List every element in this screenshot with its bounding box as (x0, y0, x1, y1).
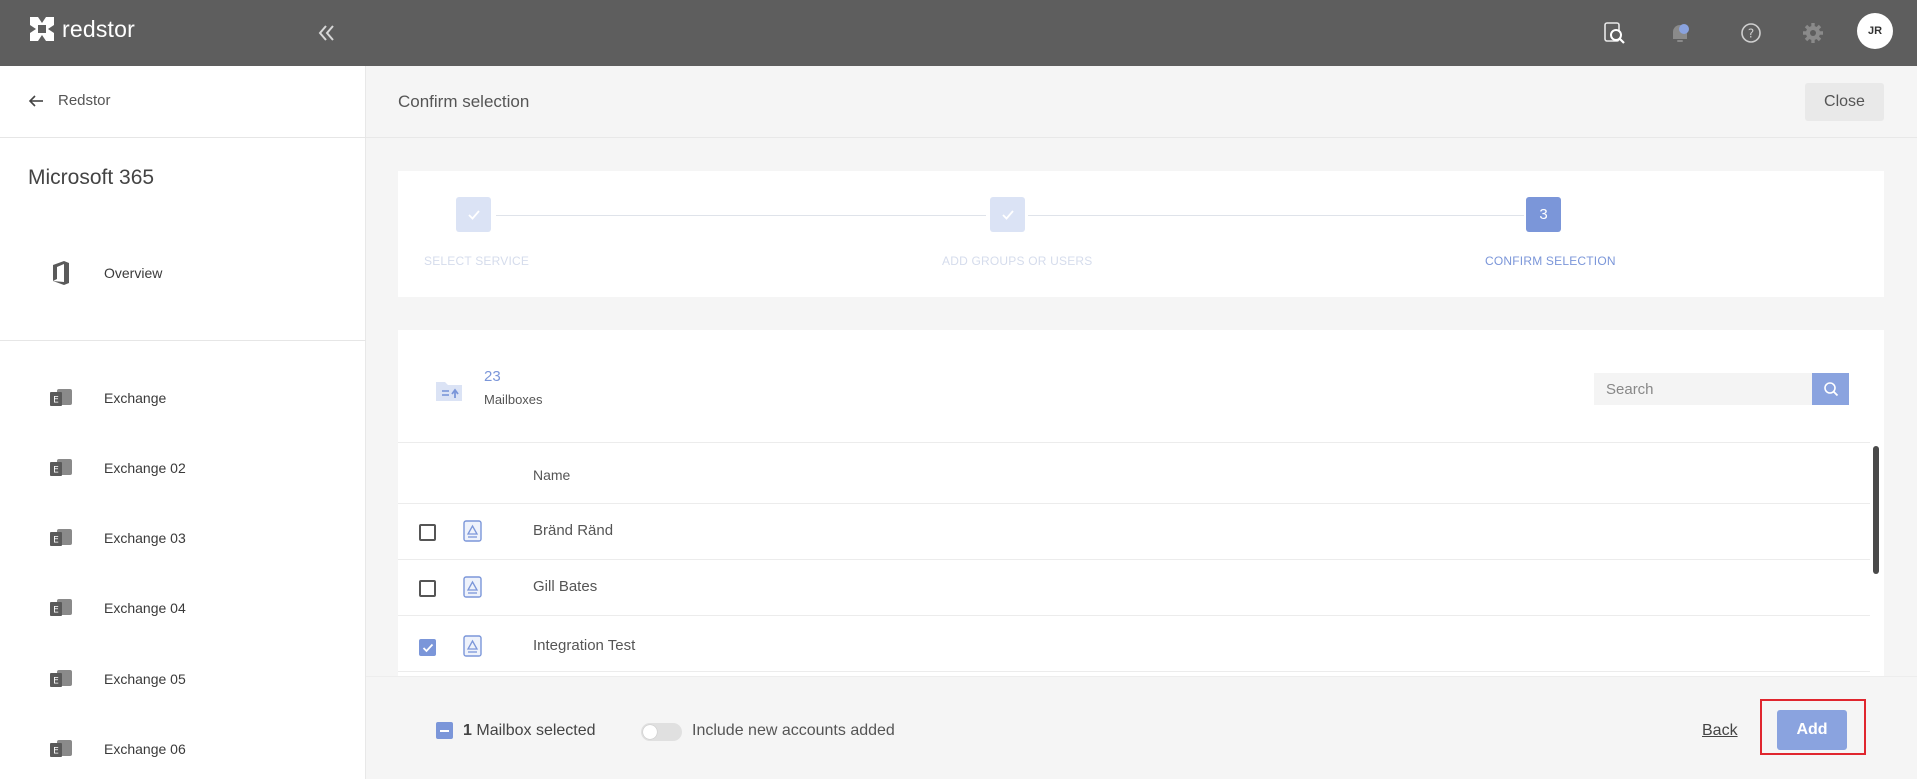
sidebar-item-exchange-04[interactable]: E Exchange 04 (48, 595, 186, 621)
settings-gear-icon (1803, 23, 1823, 43)
back-label: Redstor (58, 92, 111, 109)
sidebar: Redstor Microsoft 365 Overview E Exchang… (0, 66, 366, 779)
redstor-logo-icon (30, 17, 54, 41)
svg-text:E: E (53, 747, 59, 757)
mailbox-icon (463, 635, 482, 657)
svg-text:E: E (53, 466, 59, 476)
row-checkbox[interactable] (419, 524, 436, 541)
check-icon (467, 209, 480, 220)
logo[interactable]: redstor (28, 15, 135, 43)
divider (0, 340, 366, 341)
include-new-accounts-label: Include new accounts added (692, 722, 895, 739)
sidebar-item-label: Exchange 02 (104, 460, 186, 476)
step-1-indicator (456, 197, 491, 232)
table-row[interactable]: Bränd Ränd (398, 504, 1870, 560)
include-new-accounts-toggle[interactable] (641, 723, 682, 741)
sidebar-item-label: Exchange 05 (104, 671, 186, 687)
sidebar-item-label: Exchange 04 (104, 600, 186, 616)
sidebar-title: Microsoft 365 (28, 166, 155, 189)
arrow-left-icon (28, 94, 43, 107)
help-button[interactable]: ? (1738, 20, 1764, 46)
exchange-icon: E (48, 455, 74, 481)
collapse-sidebar-button[interactable] (312, 19, 340, 47)
logo-text: redstor (62, 15, 135, 42)
exchange-icon: E (48, 595, 74, 621)
notification-bell-icon (1673, 24, 1689, 42)
close-button[interactable]: Close (1805, 83, 1884, 121)
sidebar-item-exchange-02[interactable]: E Exchange 02 (48, 455, 186, 481)
sidebar-item-exchange-05[interactable]: E Exchange 05 (48, 666, 186, 692)
office-icon (48, 260, 74, 286)
add-button-highlight (1760, 699, 1866, 755)
main-content: Confirm selection Close SELECT SERVICE A… (366, 66, 1917, 779)
step-1-label: SELECT SERVICE (424, 254, 530, 268)
svg-text:E: E (53, 536, 59, 546)
search-document-button[interactable] (1601, 20, 1627, 46)
mailbox-icon (463, 520, 482, 542)
step-3-indicator: 3 (1526, 197, 1561, 232)
back-to-redstor-link[interactable]: Redstor (28, 92, 111, 109)
row-name: Integration Test (533, 637, 636, 654)
row-checkbox[interactable] (419, 580, 436, 597)
settings-button[interactable] (1800, 20, 1826, 46)
step-connector (496, 215, 986, 216)
step-2-label: ADD GROUPS OR USERS (942, 254, 1093, 268)
step-3-label: CONFIRM SELECTION (1485, 254, 1616, 268)
chevrons-left-icon (318, 25, 334, 41)
mailbox-count-label: Mailboxes (484, 392, 543, 407)
svg-text:E: E (53, 396, 59, 406)
top-bar: redstor ? JR (0, 0, 1917, 66)
folder-upload-icon (436, 382, 462, 401)
row-checkbox[interactable] (419, 639, 436, 656)
row-name: Bränd Ränd (533, 522, 614, 539)
sidebar-item-overview[interactable]: Overview (48, 260, 162, 286)
notifications-button[interactable] (1667, 20, 1693, 46)
main-header: Confirm selection Close (366, 66, 1917, 138)
sidebar-item-exchange[interactable]: E Exchange (48, 385, 166, 411)
back-button[interactable]: Back (1702, 722, 1738, 740)
select-all-checkbox[interactable] (436, 722, 453, 739)
column-header-name[interactable]: Name (533, 467, 570, 483)
step-2-indicator (990, 197, 1025, 232)
user-avatar[interactable]: JR (1857, 13, 1893, 49)
search-box (1594, 373, 1849, 405)
table-header: Name (398, 442, 1870, 504)
sidebar-item-label: Overview (104, 265, 163, 281)
exchange-icon: E (48, 666, 74, 692)
page-title: Confirm selection (398, 92, 530, 111)
svg-text:E: E (53, 606, 59, 616)
svg-text:E: E (53, 677, 59, 687)
check-icon (1001, 209, 1014, 220)
help-icon: ? (1741, 23, 1761, 43)
sidebar-item-exchange-03[interactable]: E Exchange 03 (48, 525, 186, 551)
step-connector (1028, 215, 1524, 216)
topbar-brand-area: redstor (0, 0, 366, 66)
check-icon (422, 643, 433, 652)
row-name: Gill Bates (533, 578, 598, 595)
sidebar-item-label: Exchange 03 (104, 530, 186, 546)
selection-summary: 1 Mailbox selected (463, 722, 596, 740)
mailbox-icon (463, 576, 482, 598)
exchange-icon: E (48, 385, 74, 411)
svg-text:?: ? (1748, 27, 1754, 41)
exchange-icon: E (48, 736, 74, 762)
divider (0, 137, 366, 138)
exchange-icon: E (48, 525, 74, 551)
sidebar-item-exchange-06[interactable]: E Exchange 06 (48, 736, 186, 762)
footer-bar: 1 Mailbox selected Include new accounts … (366, 676, 1917, 779)
search-icon (1823, 382, 1838, 397)
table-row[interactable]: Gill Bates (398, 560, 1870, 616)
sidebar-item-label: Exchange 06 (104, 741, 186, 757)
search-button[interactable] (1812, 373, 1849, 405)
selected-label: Mailbox selected (476, 722, 596, 739)
scrollbar[interactable] (1873, 446, 1879, 574)
search-input[interactable] (1594, 373, 1812, 405)
sidebar-item-label: Exchange (104, 390, 167, 406)
selected-count: 1 (463, 722, 472, 739)
table-row[interactable]: Integration Test (398, 616, 1870, 672)
search-document-icon (1604, 22, 1625, 44)
stepper: SELECT SERVICE ADD GROUPS OR USERS 3 CON… (398, 171, 1884, 297)
mailbox-count: 23 (484, 368, 501, 385)
